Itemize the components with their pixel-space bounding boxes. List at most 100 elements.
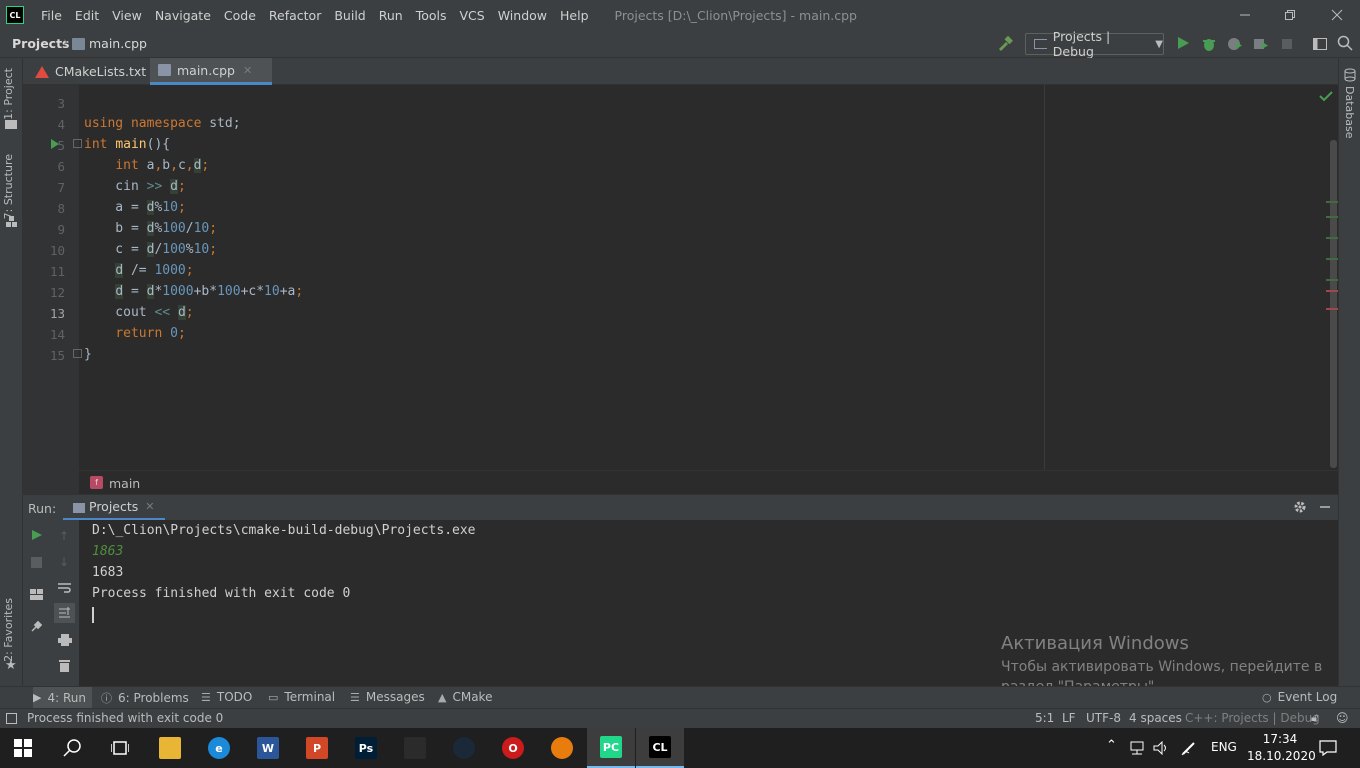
fold-icon[interactable] bbox=[73, 139, 82, 148]
code-line[interactable]: d = d*1000+b*100+c*10+a; bbox=[84, 284, 303, 299]
inspector-icon[interactable]: ☺︎ bbox=[1336, 711, 1349, 725]
soft-wrap-icon[interactable] bbox=[58, 582, 71, 597]
hide-panel-icon[interactable] bbox=[1319, 501, 1331, 516]
run-icon[interactable] bbox=[1176, 36, 1190, 53]
run-with-coverage-icon[interactable] bbox=[1227, 36, 1243, 55]
search-icon[interactable] bbox=[1337, 35, 1353, 54]
tool-tab-run[interactable]: ▶ 4: Run bbox=[33, 687, 92, 708]
code-line[interactable]: cout << d; bbox=[84, 305, 194, 320]
code-line[interactable]: c = d/100%10; bbox=[84, 242, 217, 257]
editor-scrollbar[interactable] bbox=[1330, 140, 1337, 468]
run-tab-projects[interactable]: Projects ✕ bbox=[63, 495, 165, 521]
taskbar-app-clion[interactable]: CL bbox=[636, 728, 684, 768]
code-line[interactable]: d /= 1000; bbox=[84, 263, 194, 278]
tool-tab-database[interactable]: Database bbox=[1343, 86, 1356, 139]
tool-tab-problems[interactable]: ⓘ 6: Problems bbox=[101, 690, 189, 706]
file-encoding[interactable]: UTF-8 bbox=[1086, 711, 1121, 725]
pen-icon[interactable] bbox=[1181, 740, 1197, 759]
print-icon[interactable] bbox=[58, 634, 72, 649]
code-line[interactable]: int main(){ bbox=[84, 137, 170, 152]
menu-tools[interactable]: Tools bbox=[416, 8, 447, 23]
breadcrumb-function[interactable]: main bbox=[109, 476, 140, 491]
menu-help[interactable]: Help bbox=[560, 8, 589, 23]
network-icon[interactable] bbox=[1129, 741, 1145, 758]
tool-tab-todo[interactable]: ☰ TODO bbox=[201, 690, 252, 704]
rerun-icon[interactable] bbox=[31, 529, 43, 544]
code-line[interactable]: return 0; bbox=[84, 326, 185, 341]
code-line[interactable]: a = d%10; bbox=[84, 200, 186, 215]
taskbar-app-edge[interactable]: e bbox=[195, 728, 243, 768]
lock-icon[interactable]: 🔓︎ bbox=[1311, 711, 1318, 725]
taskbar-app-word[interactable]: W bbox=[244, 728, 292, 768]
menu-file[interactable]: File bbox=[41, 8, 62, 23]
menu-code[interactable]: Code bbox=[224, 8, 256, 23]
tool-tab-terminal[interactable]: ▭ Terminal bbox=[268, 690, 335, 704]
down-arrow-icon[interactable]: ↓ bbox=[59, 555, 69, 569]
taskbar-app-blender[interactable] bbox=[538, 728, 586, 768]
taskbar-app-photoshop[interactable]: Ps bbox=[342, 728, 390, 768]
windows-start-icon[interactable] bbox=[14, 739, 32, 760]
run-configuration-select[interactable]: Projects | Debug ▼ bbox=[1025, 29, 1164, 59]
profiler-icon[interactable] bbox=[1253, 36, 1269, 55]
project-structure-icon[interactable] bbox=[1312, 36, 1328, 55]
line-separator[interactable]: LF bbox=[1062, 711, 1076, 725]
input-language[interactable]: ENG bbox=[1211, 740, 1237, 754]
resolve-context[interactable]: C++: Projects | Debug bbox=[1185, 711, 1320, 725]
close-tab-icon[interactable]: ✕ bbox=[243, 64, 252, 77]
breadcrumb-project[interactable]: Projects bbox=[12, 36, 70, 51]
tab-cmakelists[interactable]: CMakeLists.txt ✕ bbox=[27, 58, 163, 85]
clock-time[interactable]: 17:34 bbox=[1255, 732, 1305, 746]
task-view-icon[interactable] bbox=[110, 740, 130, 759]
menu-refactor[interactable]: Refactor bbox=[269, 8, 321, 23]
inspection-ok-icon[interactable] bbox=[1319, 90, 1333, 105]
tool-tab-cmake[interactable]: ▲ CMake bbox=[438, 690, 492, 704]
trash-icon[interactable] bbox=[59, 659, 70, 675]
code-line[interactable]: using namespace std; bbox=[84, 116, 241, 131]
menu-vcs[interactable]: VCS bbox=[460, 8, 485, 23]
menu-window[interactable]: Window bbox=[498, 8, 547, 23]
menu-view[interactable]: View bbox=[112, 8, 142, 23]
taskbar-app-inkscape[interactable] bbox=[391, 728, 439, 768]
gear-icon[interactable] bbox=[1293, 500, 1307, 517]
up-arrow-icon[interactable]: ↑ bbox=[59, 529, 69, 543]
tab-main-cpp[interactable]: main.cpp ✕ bbox=[150, 58, 272, 85]
fold-icon[interactable] bbox=[73, 349, 82, 358]
menu-build[interactable]: Build bbox=[334, 8, 365, 23]
taskbar-app-explorer[interactable] bbox=[146, 728, 194, 768]
status-message[interactable]: Process finished with exit code 0 bbox=[27, 711, 223, 725]
breadcrumb-file[interactable]: main.cpp bbox=[89, 36, 147, 51]
taskbar-app-powerpoint[interactable]: P bbox=[293, 728, 341, 768]
scroll-to-end-toggle[interactable] bbox=[54, 603, 75, 623]
notifications-icon[interactable] bbox=[1319, 740, 1337, 759]
clock-date[interactable]: 18.10.2020 bbox=[1247, 749, 1316, 763]
menu-run[interactable]: Run bbox=[379, 8, 403, 23]
close-icon[interactable] bbox=[1314, 0, 1360, 30]
toggle-tool-windows-icon[interactable] bbox=[6, 713, 17, 724]
taskbar-app-pycharm[interactable]: PC bbox=[587, 728, 635, 768]
pin-icon[interactable] bbox=[30, 620, 43, 636]
taskbar-app-opera[interactable]: O bbox=[489, 728, 537, 768]
stop-icon[interactable] bbox=[31, 556, 42, 571]
tool-tab-event-log[interactable]: ○ Event Log bbox=[1262, 690, 1337, 704]
code-line[interactable]: b = d%100/10; bbox=[84, 221, 217, 236]
tool-tab-project[interactable]: 1: Project bbox=[2, 68, 15, 120]
chevron-up-icon[interactable]: ⌃ bbox=[1106, 738, 1117, 753]
minimize-icon[interactable] bbox=[1222, 0, 1268, 30]
menu-navigate[interactable]: Navigate bbox=[155, 8, 211, 23]
close-tab-icon[interactable]: ✕ bbox=[145, 500, 154, 513]
taskbar-app-steam[interactable] bbox=[440, 728, 488, 768]
code-line[interactable]: int a,b,c,d; bbox=[84, 158, 209, 173]
code-line[interactable]: cin >> d; bbox=[84, 179, 186, 194]
indent-setting[interactable]: 4 spaces bbox=[1129, 711, 1182, 725]
stop-icon[interactable] bbox=[1281, 38, 1293, 53]
volume-icon[interactable] bbox=[1153, 740, 1169, 758]
search-icon[interactable] bbox=[63, 739, 81, 760]
maximize-icon[interactable] bbox=[1267, 0, 1313, 30]
code-editor[interactable]: using namespace std; int main(){ int a,b,… bbox=[79, 85, 1338, 470]
build-hammer-icon[interactable] bbox=[996, 35, 1014, 56]
code-line[interactable]: } bbox=[84, 347, 92, 362]
debug-icon[interactable] bbox=[1201, 36, 1217, 55]
run-gutter-icon[interactable] bbox=[50, 138, 60, 153]
tool-tab-structure[interactable]: 7: Structure bbox=[2, 154, 15, 219]
caret-position[interactable]: 5:1 bbox=[1035, 711, 1054, 725]
